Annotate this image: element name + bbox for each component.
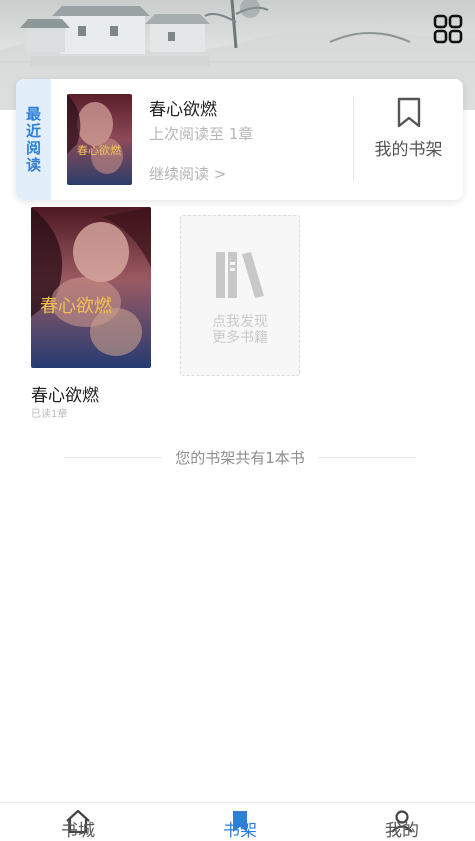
nav-item-profile[interactable]: 我的 <box>352 803 452 841</box>
bottom-nav: 书城 书架 我的 <box>0 802 475 841</box>
recent-book-cover[interactable]: 春心欲燃 <box>67 94 132 185</box>
nav-item-bookshelf[interactable]: 书架 <box>190 803 290 841</box>
discover-more-button[interactable]: 点我发现 更多书籍 <box>180 215 300 376</box>
continue-reading-link[interactable]: 继续阅读 > <box>149 163 226 184</box>
nav-label-bookshelf: 书架 <box>223 821 257 841</box>
recent-cover-text: 春心欲燃 <box>77 143 121 157</box>
shelf-count-row: 您的书架共有1本书 <box>64 446 417 468</box>
book-cover[interactable]: 春心欲燃 <box>31 207 151 368</box>
divider-line <box>316 456 417 458</box>
recent-book-title: 春心欲燃 <box>149 100 217 120</box>
book-cover-text: 春心欲燃 <box>40 296 112 317</box>
recent-reading-card[interactable]: 最近阅读 春心欲燃 春心欲燃 上次阅读至 1章 继续阅读 > 我的书架 <box>16 79 463 200</box>
my-bookshelf-label: 我的书架 <box>374 140 443 160</box>
book-title[interactable]: 春心欲燃 <box>31 381 99 406</box>
grid-icon <box>433 14 463 44</box>
divider-line <box>64 456 164 458</box>
discover-more-text: 点我发现 更多书籍 <box>212 314 268 346</box>
recent-book-progress: 上次阅读至 1章 <box>149 125 254 143</box>
books-icon <box>216 252 264 298</box>
nav-item-bookstore[interactable]: 书城 <box>28 803 128 841</box>
nav-label-bookstore: 书城 <box>61 821 95 841</box>
nav-label-profile: 我的 <box>385 821 419 841</box>
my-bookshelf-button[interactable]: 我的书架 <box>354 79 463 200</box>
grid-menu-button[interactable] <box>433 14 463 44</box>
bookmark-icon <box>397 97 421 128</box>
book-progress: 已读1章 <box>31 409 68 420</box>
shelf-count-text: 您的书架共有1本书 <box>175 448 305 467</box>
recent-reading-tag: 最近阅读 <box>16 79 51 200</box>
